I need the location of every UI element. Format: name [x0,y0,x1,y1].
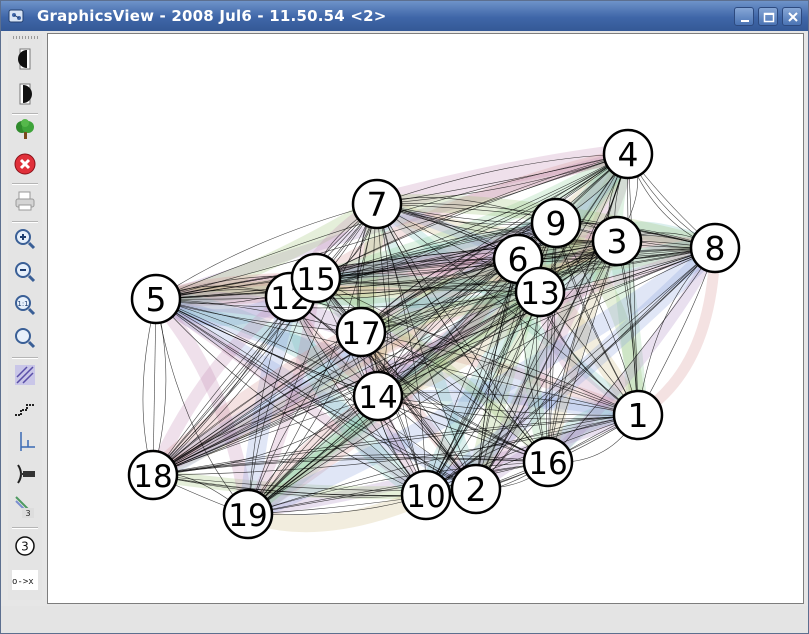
stop-button[interactable] [10,149,40,179]
graph-node-10[interactable]: 10 [400,469,452,521]
minimize-icon [741,20,749,22]
graph-node-17[interactable]: 17 [335,306,387,358]
tree-icon [16,119,34,139]
graph-edge[interactable] [152,298,157,476]
node-label: 1 [628,396,649,435]
tree-button[interactable] [10,115,40,145]
toolbar-separator [12,183,38,185]
status-bar [1,606,808,633]
graph-node-13[interactable]: 13 [514,266,566,318]
node-label: 19 [228,498,267,534]
arrow-mode-icon: o->x [12,570,38,590]
maximize-icon [763,12,775,23]
graph-node-15[interactable]: 15 [290,252,342,304]
graph-node-1[interactable]: 1 [612,389,664,441]
node-label: 4 [618,135,639,174]
collapse-left-icon [18,48,31,70]
graph-node-2[interactable]: 2 [450,463,502,515]
edge-label-icon: 3 [15,496,34,518]
edge-style-button[interactable] [10,360,40,390]
node-label: 7 [367,185,388,224]
stop-icon [14,153,36,175]
node-label: 17 [341,316,380,352]
node-label: 13 [520,276,559,312]
axis-icon [20,432,35,451]
zoom-fit-icon [15,328,36,349]
graph-node-19[interactable]: 19 [222,488,274,540]
graph-node-7[interactable]: 7 [351,178,403,230]
arrow-mode-text: o->x [12,577,34,587]
app-icon[interactable] [8,8,24,24]
toolbar-separator [12,221,38,223]
graph-node-16[interactable]: 16 [522,436,574,488]
graph-node-4[interactable]: 4 [602,128,654,180]
maximize-button[interactable] [758,7,778,26]
node-label: 5 [146,280,167,319]
node-label-icon: 3 [15,536,35,556]
print-button[interactable] [10,186,40,216]
staircase-button[interactable] [10,393,40,423]
zoom-actual-size-label: 1:1 [17,300,28,308]
title-bar[interactable]: GraphicsView - 2008 Jul6 - 11.50.54 <2> [1,1,808,31]
minimize-button[interactable] [734,7,754,26]
window-title: GraphicsView - 2008 Jul6 - 11.50.54 <2> [37,7,387,25]
node-label: 14 [358,380,397,416]
zoom-actual-size-button[interactable]: 1:1 [10,290,40,320]
node-label: 15 [296,262,335,298]
collapse-right-button[interactable] [10,79,40,109]
graph-node-5[interactable]: 5 [130,273,182,325]
graph-node-8[interactable]: 8 [689,222,741,274]
node-label: 18 [133,459,172,495]
node-shape-icon [17,464,35,484]
collapse-right-icon [19,83,32,105]
node-label: 8 [705,229,726,268]
node-shape-button[interactable] [10,459,40,489]
graph-edge[interactable] [142,298,157,476]
staircase-icon [15,404,35,416]
edge-label-text: 3 [25,509,30,518]
zoom-actual-size-icon: 1:1 [15,295,36,316]
zoom-in-icon [15,229,36,250]
node-label-text: 3 [21,540,29,554]
node-label: 10 [406,479,445,515]
graph-node-9[interactable]: 9 [530,197,582,249]
axis-button[interactable] [10,426,40,456]
node-label: 2 [466,470,487,509]
close-button[interactable] [782,7,802,26]
graphics-view-window: GraphicsView - 2008 Jul6 - 11.50.54 <2> [0,0,809,634]
zoom-out-button[interactable] [10,257,40,287]
toolbar-grip[interactable] [13,36,39,39]
edge-label-button[interactable]: 3 [10,492,40,522]
graph-node-18[interactable]: 18 [127,449,179,501]
zoom-fit-button[interactable] [10,323,40,353]
edge-style-icon [15,365,35,385]
toolbar-separator [12,357,38,359]
zoom-out-icon [15,262,36,283]
close-icon [788,12,798,22]
graph-node-3[interactable]: 3 [591,215,643,267]
graph-drawing[interactable]: 1234567891012 13141516171819 [48,34,803,603]
node-label: 16 [528,446,567,482]
collapse-left-button[interactable] [10,44,40,74]
arrow-mode-button[interactable]: o->x [10,565,40,595]
toolbar-separator [12,527,38,529]
node-label: 3 [607,222,628,261]
node-label-button[interactable]: 3 [10,531,40,561]
zoom-in-button[interactable] [10,224,40,254]
graph-node-14[interactable]: 14 [352,370,404,422]
graph-canvas[interactable]: 1 2 3 4 5 6 7 8 9 10 12 13 14 15 16 17 18 19 [47,33,804,604]
vertical-toolbar: 1:1 3 3 o->x [8,34,42,600]
print-icon [15,191,35,211]
node-label: 9 [546,204,567,243]
